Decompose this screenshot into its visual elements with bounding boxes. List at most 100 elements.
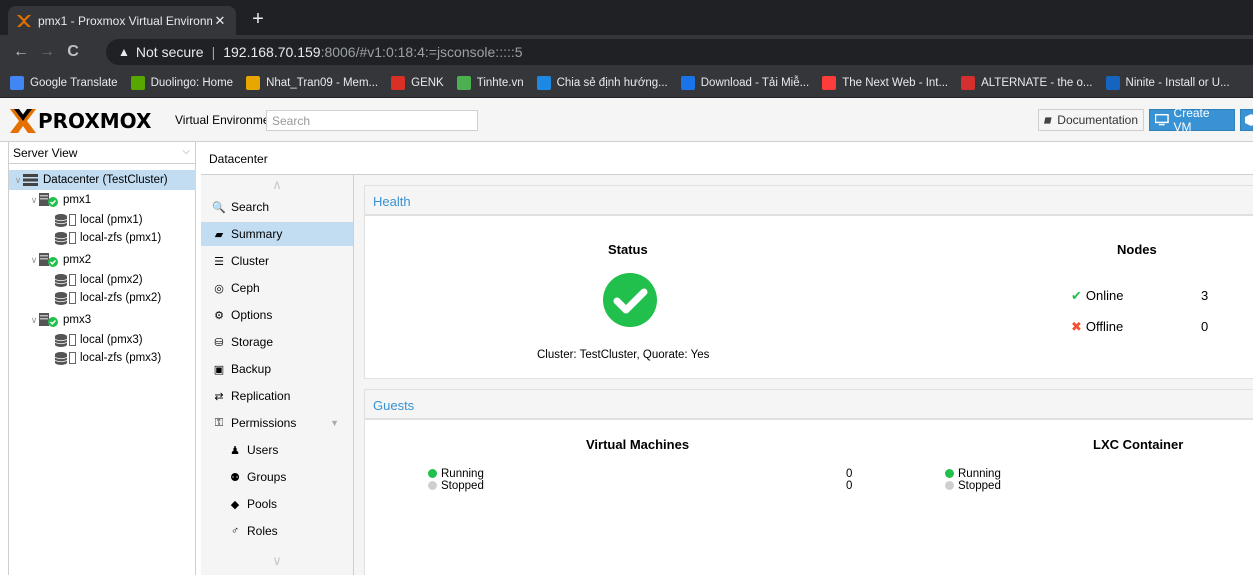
new-tab-button[interactable]: + — [246, 8, 270, 30]
genk-icon — [391, 76, 406, 90]
nav-item-replication[interactable]: ⇄ Replication — [201, 384, 353, 408]
health-panel-header: Health — [364, 185, 1253, 215]
nav-item-search[interactable]: 🔍 Search — [201, 195, 353, 219]
vm-running-count: 0 — [846, 468, 853, 480]
tags-icon: ◆ — [230, 498, 240, 511]
nav-item-label: Options — [231, 308, 273, 322]
bookmark-label: Nhat_Tran09 - Mem... — [266, 77, 379, 89]
stop-circle-icon — [945, 481, 954, 490]
status-ok-icon — [603, 273, 657, 327]
download-icon — [680, 76, 695, 90]
bookmark-item[interactable]: Chia sẻ định hướng... — [536, 76, 668, 90]
bookmark-label: ALTERNATE - the o... — [981, 77, 1093, 89]
users-icon: ⚉ — [230, 471, 240, 484]
nav-item-users[interactable]: ♟ Users — [201, 438, 353, 462]
breadcrumb-datacenter: Datacenter — [209, 152, 268, 166]
bookmark-item[interactable]: Tinhte.vn — [456, 76, 524, 90]
url-separator: | — [211, 44, 216, 60]
lxc-running-row: Running — [945, 468, 1001, 480]
close-tab-icon[interactable]: ✕ — [212, 13, 228, 29]
tree-item-node[interactable]: ∨ pmx3 — [9, 310, 196, 330]
play-circle-icon — [428, 469, 437, 478]
bookmark-item[interactable]: GENK — [391, 76, 444, 90]
expander-icon[interactable]: ∨ — [13, 175, 23, 186]
bookmark-label: GENK — [411, 77, 444, 89]
tree-item-storage[interactable]: local-zfs (pmx2) — [9, 288, 196, 308]
health-title: Health — [373, 194, 411, 209]
nav-item-groups[interactable]: ⚉ Groups — [201, 465, 353, 489]
tree-item-storage[interactable]: local (pmx2) — [9, 270, 196, 290]
nav-item-ceph[interactable]: ◎ Ceph — [201, 276, 353, 300]
documentation-label: Documentation — [1057, 113, 1138, 127]
expander-icon[interactable]: ∨ — [29, 315, 39, 326]
scroll-up-icon[interactable]: ∧ — [201, 177, 353, 193]
back-button[interactable]: ← — [8, 43, 34, 61]
nav-item-backup[interactable]: ▣ Backup — [201, 357, 353, 381]
tree-item-node[interactable]: ∨ pmx2 — [9, 250, 196, 270]
tree-item-node[interactable]: ∨ pmx1 — [9, 190, 196, 210]
tree-item-storage[interactable]: local-zfs (pmx3) — [9, 348, 196, 368]
tree-item-storage[interactable]: local-zfs (pmx1) — [9, 228, 196, 248]
search-input[interactable]: Search — [266, 110, 478, 131]
warning-icon[interactable]: ▲ — [118, 45, 130, 59]
nav-item-cluster[interactable]: ☰ Cluster — [201, 249, 353, 273]
bookmark-label: Chia sẻ định hướng... — [556, 77, 668, 89]
nav-item-permissions[interactable]: ⚿ Permissions ▼ — [201, 411, 353, 435]
nav-item-label: Roles — [247, 524, 278, 538]
bookmark-item[interactable]: The Next Web - Int... — [822, 76, 948, 90]
browser-tab[interactable]: pmx1 - Proxmox Virtual Environm ✕ — [8, 6, 236, 35]
tree-item-label: pmx1 — [63, 194, 92, 206]
nav-item-options[interactable]: ⚙ Options — [201, 303, 353, 327]
tree-item-storage[interactable]: local (pmx3) — [9, 330, 196, 350]
create-ct-button[interactable] — [1240, 109, 1253, 131]
nav-item-label: Cluster — [231, 254, 270, 268]
vm-running-row: Running — [428, 468, 484, 480]
bookmark-item[interactable]: Nhat_Tran09 - Mem... — [246, 76, 378, 90]
nav-item-pools[interactable]: ◆ Pools — [201, 492, 353, 516]
bookmark-item[interactable]: Duolingo: Home — [130, 76, 234, 90]
pve-header: PROXMOX Virtual Environment 6.0-4 Search… — [0, 98, 1253, 142]
documentation-button[interactable]: Documentation — [1038, 109, 1144, 131]
reload-button[interactable]: C — [60, 43, 86, 61]
expander-icon[interactable]: ∨ — [29, 255, 39, 266]
scroll-down-icon[interactable]: ∨ — [201, 553, 353, 569]
server-online-icon — [39, 253, 58, 267]
server-icon: ☰ — [214, 255, 224, 268]
lxc-running-label: Running — [958, 468, 1001, 480]
database-icon — [55, 333, 67, 347]
view-selector[interactable]: Server View ⌵ — [9, 142, 196, 164]
bookmark-item[interactable]: ALTERNATE - the o... — [961, 76, 1093, 90]
bookmark-label: Duolingo: Home — [150, 77, 234, 89]
collapse-caret-icon[interactable]: ▼ — [330, 418, 339, 428]
nodes-online-row: ✔ Online — [1071, 288, 1123, 304]
tree-item-label: local (pmx1) — [80, 214, 143, 226]
tree-item-label: pmx2 — [63, 254, 92, 266]
url-host: 192.168.70.159 — [223, 44, 321, 60]
nav-item-label: Search — [231, 200, 270, 214]
chevron-down-icon[interactable]: ⌵ — [182, 146, 190, 157]
bookmark-label: Tinhte.vn — [476, 77, 524, 89]
nav-item-roles[interactable]: ♂ Roles — [201, 519, 353, 543]
bookmarks-bar: Google Translate Duolingo: Home Nhat_Tran0… — [0, 69, 1253, 98]
tree-item-storage[interactable]: local (pmx1) — [9, 210, 196, 230]
bookmark-item[interactable]: Ninite - Install or U... — [1105, 76, 1230, 90]
bookmark-item[interactable]: Google Translate — [10, 76, 118, 90]
gear-icon: ⚙ — [214, 309, 224, 322]
create-vm-button[interactable]: Create VM — [1149, 106, 1235, 134]
forward-button[interactable]: → — [34, 43, 60, 61]
address-bar[interactable]: ▲ Not secure | 192.168.70.159:8006/#v1:0… — [106, 39, 1253, 65]
tree-item-datacenter[interactable]: ∨ Datacenter (TestCluster) — [9, 170, 196, 190]
bookmark-item[interactable]: Download - Tải Miễ... — [680, 76, 809, 90]
tree-item-label: local-zfs (pmx2) — [80, 292, 162, 304]
health-panel: Status Cluster: TestCluster, Quorate: Ye… — [364, 215, 1253, 379]
offline-count: 0 — [1201, 319, 1209, 334]
security-label[interactable]: Not secure — [136, 44, 204, 60]
nav-item-storage[interactable]: ⛁ Storage — [201, 330, 353, 354]
expander-icon[interactable]: ∨ — [29, 195, 39, 206]
check-icon: ✔ — [1071, 288, 1082, 303]
nav-item-label: Pools — [247, 497, 278, 511]
vm-stopped-count: 0 — [846, 480, 853, 492]
nav-item-summary[interactable]: ▰ Summary — [201, 222, 353, 246]
proxmox-wordmark: PROXMOX — [38, 109, 152, 133]
summary-content: Health Status Cluster: TestCluster, Quor… — [353, 175, 1253, 575]
